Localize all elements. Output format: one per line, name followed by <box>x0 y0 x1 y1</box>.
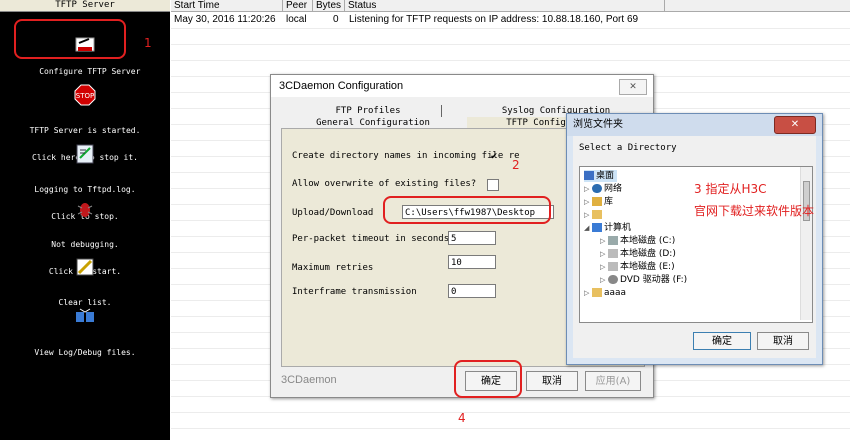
clear-icon <box>76 258 94 276</box>
view-files-icon <box>76 308 94 322</box>
expand-icon[interactable]: ▷ <box>600 261 608 273</box>
table-row[interactable]: May 30, 2016 11:20:26 local 0 Listening … <box>171 12 850 28</box>
select-directory-prompt: Select a Directory <box>579 143 677 153</box>
user-folder-icon <box>592 210 602 219</box>
drive-icon <box>608 262 618 271</box>
interframe-label: Interframe transmission <box>292 287 417 297</box>
annotation-number-4: 4 <box>458 411 466 425</box>
timeout-label: Per-packet timeout in seconds <box>292 234 450 244</box>
browse-dialog-body: Select a Directory 桌面 ▷ 网络 ▷ 库 ▷ ◢ 计算机 ▷ 本地磁… <box>573 136 816 358</box>
cancel-button[interactable]: 取消 <box>526 371 578 391</box>
close-button[interactable]: ✕ <box>619 79 647 95</box>
col-peer[interactable]: Peer <box>283 0 313 11</box>
browse-dialog-title: 浏览文件夹 <box>573 119 623 130</box>
close-button[interactable]: ✕ <box>774 116 816 134</box>
apply-button[interactable]: 应用(A) <box>585 371 641 391</box>
max-retries-input[interactable]: 10 <box>448 255 496 269</box>
scrollbar[interactable] <box>800 167 812 320</box>
grid-line <box>171 44 850 45</box>
cell-peer: local <box>286 14 307 25</box>
collapse-icon[interactable]: ◢ <box>584 222 592 234</box>
folder-icon <box>592 288 602 297</box>
tab-ftp-profiles[interactable]: FTP Profiles <box>283 105 453 117</box>
grid-line <box>171 28 850 29</box>
network-icon <box>592 184 602 193</box>
overwrite-label: Allow overwrite of existing files? <box>292 179 477 189</box>
browse-cancel-button[interactable]: 取消 <box>757 332 809 350</box>
view-log-label: View Log/Debug files. <box>34 348 136 357</box>
expand-icon[interactable]: ▷ <box>584 287 592 299</box>
annotation-number-3: 3 指定从H3C <box>694 182 767 196</box>
annotation-box-1 <box>14 19 126 59</box>
drive-icon <box>608 249 618 258</box>
computer-icon <box>592 223 602 232</box>
expand-icon[interactable]: ▷ <box>584 183 592 195</box>
tree-item-drive-c[interactable]: ▷ 本地磁盘 (C:) <box>600 235 675 247</box>
config-dialog-titlebar[interactable]: 3CDaemon Configuration ✕ <box>271 75 653 97</box>
col-status[interactable]: Status <box>345 0 665 11</box>
expand-icon[interactable]: ▷ <box>584 196 592 208</box>
grid-line <box>171 412 850 413</box>
library-icon <box>592 197 602 206</box>
create-dir-label: Create directory names in incoming file … <box>292 151 520 161</box>
tree-item-desktop[interactable]: 桌面 <box>584 170 618 182</box>
dvd-icon <box>608 275 618 284</box>
table-header: Start Time Peer Bytes Status <box>171 0 850 12</box>
grid-line <box>171 60 850 61</box>
overwrite-checkbox[interactable] <box>487 179 499 191</box>
left-panel-header: TFTP Server <box>0 0 170 12</box>
browse-folder-dialog: 浏览文件夹 ✕ Select a Directory 桌面 ▷ 网络 ▷ 库 ▷ ◢… <box>566 113 823 365</box>
col-bytes[interactable]: Bytes <box>313 0 345 11</box>
view-log-item[interactable]: View Log/Debug files. <box>0 288 170 366</box>
tree-item-library[interactable]: ▷ 库 <box>584 196 613 208</box>
timeout-input[interactable]: 5 <box>448 231 496 245</box>
annotation-number-2: 2 <box>512 158 520 172</box>
bug-icon <box>77 203 93 217</box>
expand-icon[interactable]: ▷ <box>600 274 608 286</box>
cell-status: Listening for TFTP requests on IP addres… <box>349 14 639 25</box>
drive-icon <box>608 236 618 245</box>
annotation-number-1: 1 <box>144 36 152 50</box>
footer-brand: 3CDaemon <box>281 374 337 386</box>
tree-item-computer[interactable]: ◢ 计算机 <box>584 222 631 234</box>
expand-icon[interactable]: ▷ <box>600 248 608 260</box>
tree-item-dvd[interactable]: ▷ DVD 驱动器 (F:) <box>600 274 687 286</box>
annotation-box-4 <box>454 360 522 398</box>
grid-line <box>171 428 850 429</box>
browse-dialog-titlebar[interactable]: 浏览文件夹 ✕ <box>567 114 822 136</box>
tree-item-drive-e[interactable]: ▷ 本地磁盘 (E:) <box>600 261 675 273</box>
max-retries-label: Maximum retries <box>292 263 374 273</box>
col-start-time[interactable]: Start Time <box>171 0 283 11</box>
svg-text:STOP: STOP <box>76 92 94 100</box>
interframe-input[interactable]: 0 <box>448 284 496 298</box>
annotation-box-2 <box>383 196 551 224</box>
expand-icon[interactable]: ▷ <box>600 235 608 247</box>
expand-icon[interactable]: ▷ <box>584 209 592 221</box>
tree-item-network[interactable]: ▷ 网络 <box>584 183 622 195</box>
annotation-note-3: 官网下载过来软件版本 <box>694 204 815 218</box>
cell-start-time: May 30, 2016 11:20:26 <box>174 14 276 25</box>
tree-item-aaaa[interactable]: ▷ aaaa <box>584 287 626 299</box>
upload-download-label: Upload/Download <box>292 208 374 218</box>
create-dir-checkbox[interactable]: ✔ <box>489 151 499 161</box>
stop-icon: STOP <box>74 84 96 106</box>
tree-item-user[interactable]: ▷ <box>584 209 604 221</box>
log-icon <box>76 144 94 164</box>
browse-ok-button[interactable]: 确定 <box>693 332 751 350</box>
cell-bytes: 0 <box>333 14 339 25</box>
config-dialog-title: 3CDaemon Configuration <box>279 80 404 92</box>
tree-item-drive-d[interactable]: ▷ 本地磁盘 (D:) <box>600 248 676 260</box>
tab-divider <box>441 105 442 117</box>
desktop-icon <box>584 171 594 180</box>
